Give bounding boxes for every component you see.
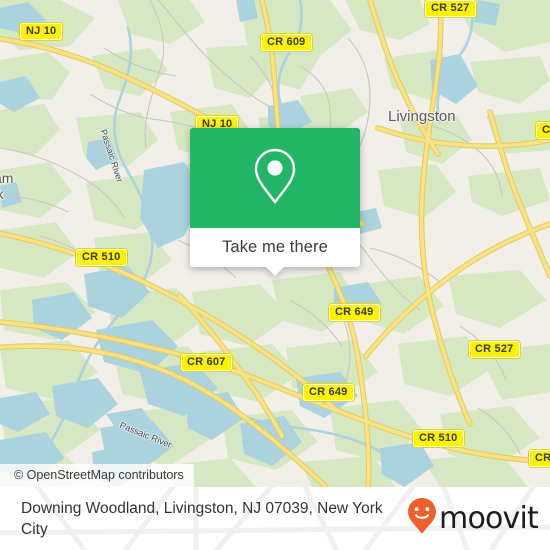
road-shield-cr-607[interactable]: CR 607 <box>181 354 232 371</box>
place-label-livingston: Livingston <box>388 108 456 125</box>
moovit-logo[interactable]: moovit <box>407 497 539 540</box>
take-me-there-button[interactable]: Take me there <box>222 238 328 257</box>
road-shield-cr-649-lower[interactable]: CR 649 <box>303 384 354 401</box>
map-canvas[interactable]: Livingston am rk Passaic River Passaic R… <box>0 0 550 487</box>
road-shield-nj-10[interactable]: NJ 10 <box>20 23 63 40</box>
osm-attribution[interactable]: © OpenStreetMap contributors <box>0 464 194 487</box>
moovit-pin-smiley-icon <box>407 497 437 540</box>
place-label-clipped-line2: rk <box>0 186 4 202</box>
location-popup-card[interactable]: Take me there <box>190 128 360 276</box>
road-shield-cr-609[interactable]: CR 609 <box>261 34 312 51</box>
footer-bar: Downing Woodland, Livingston, NJ 07039, … <box>0 487 550 550</box>
road-shield-cr-510-right[interactable]: CR 510 <box>413 430 464 447</box>
map-pin-icon <box>252 147 298 210</box>
location-address-text: Downing Woodland, Livingston, NJ 07039, … <box>21 499 383 538</box>
moovit-map-screenshot: Livingston am rk Passaic River Passaic R… <box>0 0 550 550</box>
moovit-wordmark: moovit <box>439 500 539 536</box>
road-shield-cr-clipped-right[interactable]: CR <box>529 450 550 467</box>
road-shield-cr-527-right[interactable]: CR 527 <box>469 341 520 358</box>
popup-pointer-tail <box>265 266 285 276</box>
place-label-clipped-line1: am <box>0 170 14 186</box>
popup-image-area <box>190 128 360 228</box>
road-shield-cr-510-left[interactable]: CR 510 <box>76 249 127 266</box>
road-shield-cr-clipped-right-top[interactable]: CR <box>536 122 550 139</box>
road-shield-cr-527-top[interactable]: CR 527 <box>425 0 476 17</box>
popup-action-area[interactable]: Take me there <box>190 228 360 276</box>
road-shield-cr-649-upper[interactable]: CR 649 <box>329 304 380 321</box>
